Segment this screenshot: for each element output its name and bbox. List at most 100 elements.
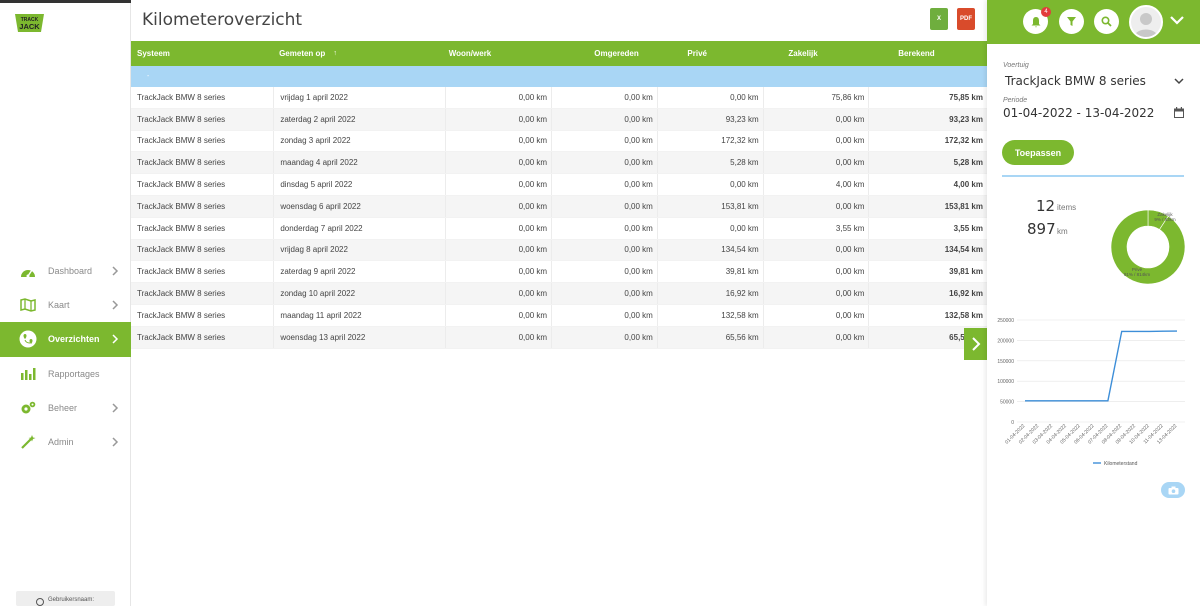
table-cell: TrackJack BMW 8 series bbox=[137, 332, 226, 342]
export-excel-button[interactable]: X bbox=[930, 8, 948, 30]
dashboard-icon bbox=[19, 262, 37, 280]
col-header-woon-werk[interactable]: Woon/werk bbox=[445, 49, 551, 58]
main-content: Kilometeroverzicht X PDF Systeem Gemeten… bbox=[131, 0, 987, 606]
export-pdf-button[interactable]: PDF bbox=[957, 8, 975, 30]
route-pin-icon bbox=[19, 330, 37, 348]
y-tick-label: 0 bbox=[1011, 420, 1014, 426]
col-header-prive[interactable]: Privé bbox=[656, 49, 762, 58]
sidebar-item-admin[interactable]: Admin bbox=[0, 425, 131, 459]
table-cell: 0,00 km bbox=[551, 239, 657, 261]
table-row[interactable]: TrackJack BMW 8 series maandag 4 april 20… bbox=[131, 152, 987, 175]
table-cell: 39,81 km bbox=[868, 261, 987, 283]
excel-icon: X bbox=[936, 16, 941, 22]
filter-button[interactable] bbox=[1059, 9, 1084, 34]
table-cell: 3,55 km bbox=[868, 217, 987, 239]
table-cell: 0,00 km bbox=[551, 130, 657, 152]
chevron-right-icon bbox=[112, 334, 119, 344]
table-body: TrackJack BMW 8 series vrijdag 1 april 20… bbox=[131, 87, 987, 349]
sidebar-item-dashboard[interactable]: Dashboard bbox=[0, 254, 131, 288]
col-header-gemeten-op[interactable]: Gemeten op ↑ bbox=[273, 41, 445, 66]
period-field[interactable]: 01-04-2022 - 13-04-2022 bbox=[1003, 106, 1154, 120]
sidebar-item-overzichten[interactable]: Overzichten bbox=[0, 322, 131, 357]
avatar[interactable] bbox=[1129, 5, 1163, 39]
table-cell: TrackJack BMW 8 series bbox=[137, 201, 226, 211]
table-cell: 65,56 km bbox=[656, 326, 763, 348]
table-row[interactable]: TrackJack BMW 8 series donderdag 7 april … bbox=[131, 217, 987, 240]
collapse-panel-button[interactable] bbox=[964, 328, 987, 360]
donut-chart: Zakelijk 9% / 83kmPrivé 91% / 814km bbox=[1110, 209, 1186, 285]
table-cell: 75,86 km bbox=[762, 87, 869, 108]
col-header-omgereden[interactable]: Omgereden bbox=[550, 49, 656, 58]
sidebar-item-beheer[interactable]: Beheer bbox=[0, 391, 131, 425]
notifications-button[interactable]: 4 bbox=[1023, 7, 1051, 34]
table-cell: 3,55 km bbox=[762, 217, 869, 239]
pdf-icon: PDF bbox=[960, 16, 972, 22]
table-row[interactable]: TrackJack BMW 8 series zondag 10 april 20… bbox=[131, 283, 987, 305]
table-row[interactable]: TrackJack BMW 8 series woensdag 6 april 2… bbox=[131, 195, 987, 218]
table-cell: 0,00 km bbox=[762, 261, 869, 283]
chevron-right-icon bbox=[112, 300, 119, 310]
calendar-icon[interactable] bbox=[1174, 107, 1184, 118]
table-cell: TrackJack BMW 8 series bbox=[137, 310, 226, 320]
sidebar-item-kaart[interactable]: Kaart bbox=[0, 288, 131, 322]
table-cell: 5,28 km bbox=[868, 152, 987, 174]
table-row[interactable]: TrackJack BMW 8 series maandag 11 april 2… bbox=[131, 304, 987, 327]
col-header-systeem[interactable]: Systeem bbox=[131, 49, 273, 58]
table-cell: 0,00 km bbox=[762, 152, 869, 174]
col-header-berekend[interactable]: Berekend bbox=[868, 49, 987, 58]
table-cell: 75,85 km bbox=[868, 87, 987, 108]
col-header-zakelijk[interactable]: Zakelijk bbox=[762, 49, 868, 58]
table-cell: 0,00 km bbox=[762, 108, 869, 130]
table-row[interactable]: TrackJack BMW 8 series zaterdag 9 april 2… bbox=[131, 261, 987, 284]
legend-label: Kilometerstand bbox=[1104, 461, 1138, 467]
panel-divider bbox=[1002, 175, 1184, 177]
chevron-right-icon bbox=[112, 266, 119, 276]
table-cell: vrijdag 1 april 2022 bbox=[273, 87, 445, 108]
search-button[interactable] bbox=[1094, 9, 1119, 34]
items-unit: items bbox=[1057, 203, 1077, 212]
table-row[interactable]: TrackJack BMW 8 series vrijdag 8 april 20… bbox=[131, 239, 987, 262]
table-cell: 0,00 km bbox=[551, 174, 657, 195]
table-cell: donderdag 7 april 2022 bbox=[273, 217, 445, 239]
table-cell: 0,00 km bbox=[445, 261, 551, 283]
filter-icon bbox=[1067, 17, 1076, 26]
group-row[interactable]: - bbox=[131, 66, 987, 87]
trackjack-logo[interactable]: TRACK JACK bbox=[13, 11, 46, 35]
table-cell: zondag 3 april 2022 bbox=[273, 130, 445, 152]
table-cell: 0,00 km bbox=[762, 195, 869, 217]
y-tick-label: 200000 bbox=[997, 338, 1014, 344]
screenshot-button[interactable] bbox=[1161, 482, 1185, 498]
bell-icon bbox=[1031, 16, 1040, 27]
table-cell: 93,23 km bbox=[656, 108, 763, 130]
search-icon bbox=[1101, 16, 1112, 27]
table-row[interactable]: TrackJack BMW 8 series dinsdag 5 april 20… bbox=[131, 174, 987, 196]
table-cell: 0,00 km bbox=[445, 174, 551, 195]
sidebar-item-label: Admin bbox=[48, 437, 74, 448]
table-row[interactable]: TrackJack BMW 8 series vrijdag 1 april 20… bbox=[131, 87, 987, 109]
sidebar-item-rapportages[interactable]: Rapportages bbox=[0, 357, 131, 391]
series-line-kilometerstand[interactable] bbox=[1025, 330, 1178, 402]
y-tick-label: 250000 bbox=[997, 318, 1014, 324]
table-cell: 16,92 km bbox=[656, 283, 763, 304]
table-cell: woensdag 13 april 2022 bbox=[273, 326, 445, 348]
table-cell: vrijdag 8 april 2022 bbox=[273, 239, 445, 261]
vehicle-select[interactable]: TrackJack BMW 8 series bbox=[1005, 74, 1146, 88]
table-header: Systeem Gemeten op ↑ Woon/werk Omgereden … bbox=[131, 41, 987, 66]
user-avatar-icon bbox=[1134, 13, 1158, 37]
table-cell: 0,00 km bbox=[445, 304, 551, 326]
vehicle-dropdown-icon[interactable] bbox=[1174, 78, 1184, 85]
table-row[interactable]: TrackJack BMW 8 series woensdag 13 april … bbox=[131, 326, 987, 349]
apply-button[interactable]: Toepassen bbox=[1002, 140, 1074, 165]
table-row[interactable]: TrackJack BMW 8 series zaterdag 2 april 2… bbox=[131, 108, 987, 131]
table-cell: TrackJack BMW 8 series bbox=[137, 92, 226, 102]
y-tick-label: 50000 bbox=[1000, 400, 1014, 406]
table-cell: zaterdag 9 april 2022 bbox=[273, 261, 445, 283]
chevron-down-icon[interactable] bbox=[1170, 15, 1184, 25]
table-row[interactable]: TrackJack BMW 8 series zondag 3 april 202… bbox=[131, 130, 987, 153]
sidebar: TRACK JACK Dashboard Kaart Overzichten Rapp… bbox=[0, 0, 131, 606]
table-cell: 0,00 km bbox=[551, 87, 657, 108]
table-cell: TrackJack BMW 8 series bbox=[137, 114, 226, 124]
group-toggle[interactable]: - bbox=[147, 73, 149, 80]
table-cell: 0,00 km bbox=[656, 174, 763, 195]
user-info[interactable]: Gebruikersnaam: bbox=[16, 591, 115, 606]
